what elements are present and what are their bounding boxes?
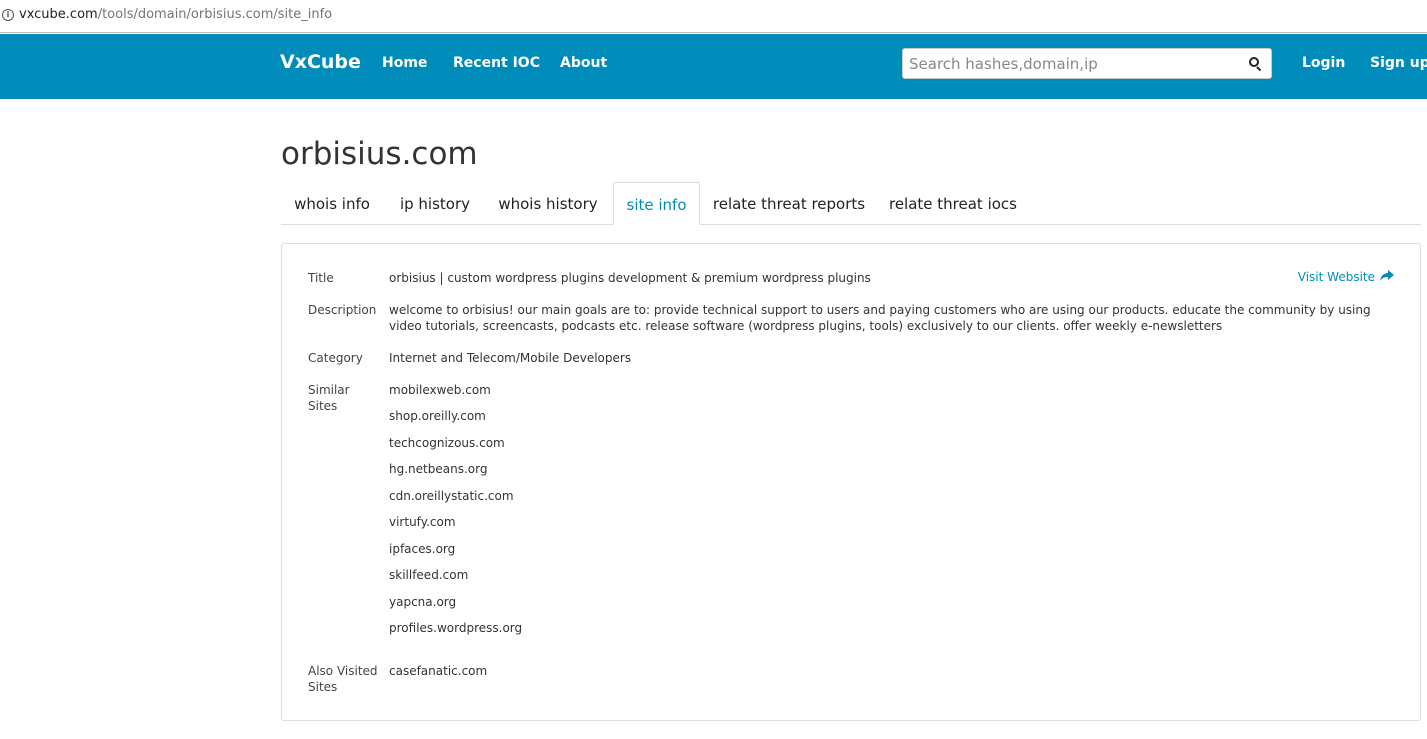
search-box: [902, 48, 1272, 79]
category-label: Category: [308, 351, 363, 365]
similar-site-link[interactable]: skillfeed.com: [389, 567, 468, 583]
tab-bar: whois info ip history whois history site…: [281, 182, 1421, 225]
similar-sites-label: Similar Sites: [308, 382, 350, 414]
similar-site-link[interactable]: yapcna.org: [389, 594, 456, 610]
site-info-icon[interactable]: i: [2, 9, 14, 21]
category-value: Internet and Telecom/Mobile Developers: [389, 351, 632, 365]
visit-website-label: Visit Website: [1297, 270, 1375, 284]
similar-site-link[interactable]: shop.oreilly.com: [389, 408, 486, 424]
also-visited-site-link[interactable]: casefanatic.com: [389, 663, 487, 679]
tab-whois-history[interactable]: whois history: [486, 182, 610, 225]
also-visited-label-line2: Sites: [308, 680, 338, 694]
search-input[interactable]: [909, 54, 1244, 74]
nav-home[interactable]: Home: [382, 55, 427, 71]
tab-ip-history[interactable]: ip history: [387, 182, 483, 225]
description-label: Description: [308, 303, 377, 317]
title-value: orbisius | custom wordpress plugins deve…: [389, 271, 871, 285]
tab-site-info[interactable]: site info: [613, 182, 700, 225]
signup-link[interactable]: Sign up: [1370, 55, 1427, 71]
similar-site-link[interactable]: hg.netbeans.org: [389, 461, 487, 477]
similar-label-line1: Similar: [308, 383, 350, 397]
site-info-panel: Title orbisius | custom wordpress plugin…: [281, 243, 1421, 721]
similar-site-link[interactable]: ipfaces.org: [389, 541, 455, 557]
title-label: Title: [308, 271, 334, 285]
url-host: vxcube.com: [19, 7, 98, 22]
tab-whois-info[interactable]: whois info: [281, 182, 383, 225]
nav-about[interactable]: About: [560, 55, 607, 71]
visit-website-link[interactable]: Visit Website: [1298, 270, 1394, 284]
top-navbar: VxCube Home Recent IOC About Login Sign …: [0, 34, 1427, 99]
search-icon[interactable]: [1249, 57, 1262, 72]
description-value: welcome to orbisius! our main goals are …: [389, 303, 1371, 333]
brand-logo[interactable]: VxCube: [280, 51, 361, 73]
nav-recent-ioc[interactable]: Recent IOC: [453, 55, 540, 71]
tab-relate-threat-reports[interactable]: relate threat reports: [704, 182, 874, 225]
similar-site-link[interactable]: techcognizous.com: [389, 435, 505, 451]
share-arrow-icon: [1380, 270, 1394, 281]
login-link[interactable]: Login: [1302, 55, 1345, 71]
url-path: /tools/domain/orbisius.com/site_info: [97, 7, 333, 22]
similar-site-link[interactable]: profiles.wordpress.org: [389, 620, 522, 636]
also-visited-label: Also Visited Sites: [308, 663, 378, 695]
similar-site-link[interactable]: mobilexweb.com: [389, 382, 491, 398]
address-bar[interactable]: i vxcube.com/tools/domain/orbisius.com/s…: [0, 0, 1427, 33]
tab-relate-threat-iocs[interactable]: relate threat iocs: [878, 182, 1028, 225]
similar-label-line2: Sites: [308, 399, 338, 413]
url-text[interactable]: vxcube.com/tools/domain/orbisius.com/sit…: [19, 7, 332, 22]
similar-site-link[interactable]: cdn.oreillystatic.com: [389, 488, 514, 504]
similar-site-link[interactable]: virtufy.com: [389, 514, 456, 530]
also-visited-label-line1: Also Visited: [308, 664, 378, 678]
page-title: orbisius.com: [281, 136, 478, 172]
